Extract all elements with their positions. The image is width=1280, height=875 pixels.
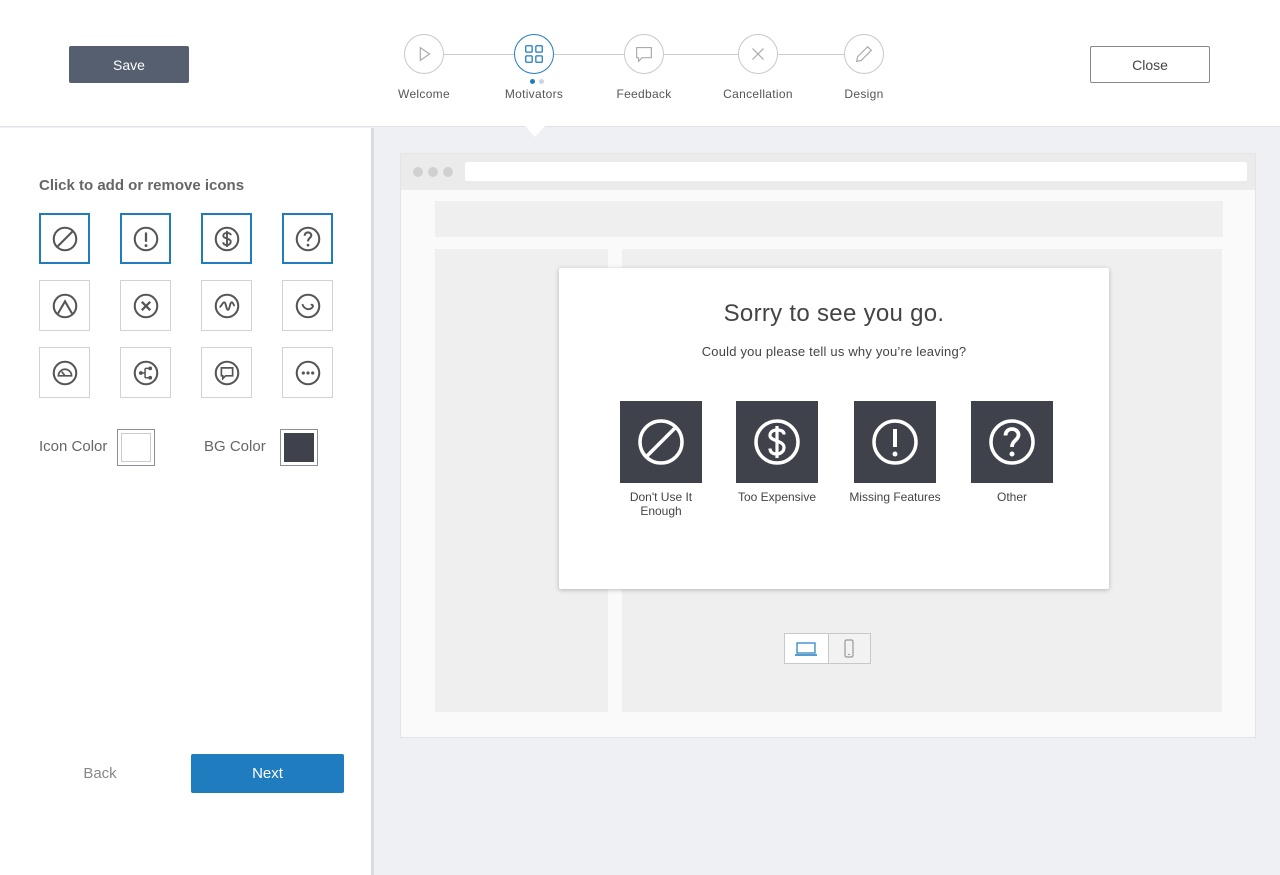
ellipsis-icon xyxy=(295,360,320,385)
laptop-icon xyxy=(795,641,818,656)
reason-option[interactable]: Other xyxy=(962,401,1062,504)
back-button[interactable]: Back xyxy=(60,754,140,793)
reason-option[interactable]: Missing Features xyxy=(845,401,945,504)
question-icon xyxy=(295,226,320,251)
icon-option-mountain[interactable] xyxy=(39,280,90,331)
step-design[interactable]: Design xyxy=(814,34,914,101)
message-icon xyxy=(214,360,239,385)
squiggle-icon xyxy=(214,293,239,318)
save-button[interactable]: Save xyxy=(69,46,189,83)
window-dot xyxy=(413,167,423,177)
modal-subtitle: Could you please tell us why you’re leav… xyxy=(701,344,967,359)
bg-color-fill xyxy=(284,433,314,462)
step-welcome[interactable]: Welcome xyxy=(374,34,474,101)
modal-title: Sorry to see you go. xyxy=(723,300,945,327)
step-label: Feedback xyxy=(616,87,672,101)
placeholder-header xyxy=(435,201,1223,237)
icon-color-label: Icon Color xyxy=(39,438,108,455)
reason-label: Other xyxy=(996,490,1027,504)
icon-option-ban[interactable] xyxy=(39,213,90,264)
mountain-icon xyxy=(52,293,77,318)
window-dot xyxy=(428,167,438,177)
play-icon xyxy=(419,46,431,62)
step-cancellation[interactable]: Cancellation xyxy=(708,34,808,101)
top-header: Save Welcome Motivators Feedback Cancell… xyxy=(0,0,1280,127)
progress-stepper: Welcome Motivators Feedback Cancellation… xyxy=(380,34,900,114)
reason-label: Don't Use It Enough xyxy=(629,490,693,518)
close-button[interactable]: Close xyxy=(1090,46,1210,83)
cancellation-modal-preview: Sorry to see you go. Could you please te… xyxy=(559,268,1109,589)
pencil-icon xyxy=(855,45,873,63)
reason-label: Too Expensive xyxy=(737,490,817,504)
address-bar xyxy=(465,162,1247,181)
share-icon xyxy=(133,360,158,385)
icon-option-ellipsis[interactable] xyxy=(282,347,333,398)
icon-option-curve[interactable] xyxy=(282,280,333,331)
panel-title: Click to add or remove icons xyxy=(39,177,245,194)
dollar-icon xyxy=(214,226,239,251)
curve-icon xyxy=(295,293,320,318)
window-dot xyxy=(443,167,453,177)
browser-toolbar xyxy=(401,154,1255,190)
step-label: Welcome xyxy=(398,87,450,101)
icon-option-x-circle[interactable] xyxy=(120,280,171,331)
icon-color-swatch[interactable] xyxy=(117,429,155,466)
question-icon xyxy=(989,419,1035,465)
icon-color-fill xyxy=(121,433,151,462)
icon-settings-panel: Click to add or remove icons Icon Color … xyxy=(0,128,374,875)
icon-option-gauge[interactable] xyxy=(39,347,90,398)
device-toggle xyxy=(784,633,871,664)
icon-option-exclamation[interactable] xyxy=(120,213,171,264)
bg-color-label: BG Color xyxy=(204,438,266,455)
icon-option-question[interactable] xyxy=(282,213,333,264)
reason-label: Missing Features xyxy=(849,490,941,504)
substep-dots xyxy=(530,79,544,84)
icon-option-message[interactable] xyxy=(201,347,252,398)
reason-option[interactable]: Don't Use It Enough xyxy=(611,401,711,518)
step-label: Motivators xyxy=(504,87,564,101)
exclamation-icon xyxy=(133,226,158,251)
ban-icon xyxy=(52,226,77,251)
phone-icon xyxy=(844,638,854,658)
reason-option[interactable]: Too Expensive xyxy=(727,401,827,504)
step-feedback[interactable]: Feedback xyxy=(594,34,694,101)
dollar-icon xyxy=(754,419,800,465)
step-label: Cancellation xyxy=(723,87,793,101)
next-button[interactable]: Next xyxy=(191,754,344,793)
gauge-icon xyxy=(52,360,77,385)
chat-bubble-icon xyxy=(636,46,652,63)
grid-icon xyxy=(525,45,543,63)
icon-option-squiggle[interactable] xyxy=(201,280,252,331)
step-motivators[interactable]: Motivators xyxy=(484,34,584,101)
ban-icon xyxy=(638,419,684,465)
x-circle-icon xyxy=(133,293,158,318)
step-label: Design xyxy=(844,87,884,101)
active-step-caret xyxy=(525,126,545,137)
desktop-view-button[interactable] xyxy=(785,634,828,663)
mobile-view-button[interactable] xyxy=(827,634,870,663)
exclamation-icon xyxy=(872,419,918,465)
icon-option-dollar[interactable] xyxy=(201,213,252,264)
icon-option-share[interactable] xyxy=(120,347,171,398)
bg-color-swatch[interactable] xyxy=(280,429,318,466)
x-icon xyxy=(752,48,764,60)
